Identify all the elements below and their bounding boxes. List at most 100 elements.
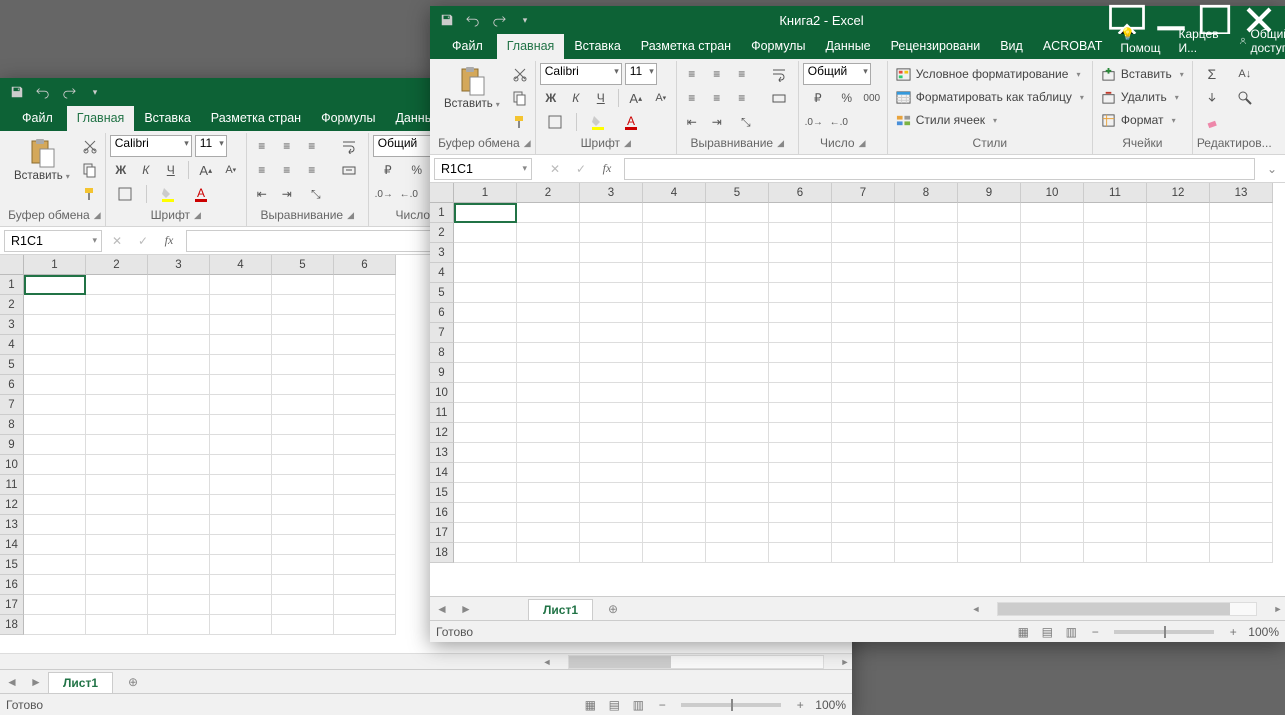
cell[interactable] (895, 283, 958, 303)
cell[interactable] (580, 543, 643, 563)
cell[interactable] (895, 483, 958, 503)
cell[interactable] (210, 555, 272, 575)
view-page-break-icon[interactable]: ▥ (629, 697, 647, 713)
indent-decrease-icon[interactable]: ⇤ (681, 111, 703, 133)
cell[interactable] (517, 323, 580, 343)
cell[interactable] (334, 335, 396, 355)
cell[interactable] (1084, 403, 1147, 423)
cell[interactable] (895, 343, 958, 363)
cell[interactable] (895, 403, 958, 423)
cell[interactable] (1021, 203, 1084, 223)
row-header[interactable]: 18 (0, 615, 24, 635)
expand-formula-bar-icon[interactable]: ⌄ (1259, 158, 1285, 180)
cell[interactable] (24, 355, 86, 375)
row-header[interactable]: 3 (430, 243, 454, 263)
cell[interactable] (1084, 523, 1147, 543)
cell[interactable] (580, 223, 643, 243)
cell[interactable] (24, 375, 86, 395)
font-name-select[interactable]: Calibri (110, 135, 192, 157)
cell[interactable] (1021, 263, 1084, 283)
row-header[interactable]: 3 (0, 315, 24, 335)
cell[interactable] (86, 455, 148, 475)
cell[interactable] (148, 455, 210, 475)
cell[interactable] (334, 615, 396, 635)
cell[interactable] (517, 283, 580, 303)
cell[interactable] (706, 323, 769, 343)
font-shrink-icon[interactable]: A▾ (650, 87, 672, 109)
cell[interactable] (148, 595, 210, 615)
cell[interactable] (769, 263, 832, 283)
cell[interactable] (895, 503, 958, 523)
cell[interactable] (454, 363, 517, 383)
cell[interactable] (272, 435, 334, 455)
cell[interactable] (706, 243, 769, 263)
cell[interactable] (1210, 503, 1273, 523)
redo-icon[interactable] (486, 8, 512, 32)
cell[interactable] (210, 395, 272, 415)
italic-icon[interactable]: К (565, 87, 587, 109)
cell[interactable] (517, 543, 580, 563)
cell[interactable] (1147, 243, 1210, 263)
cell[interactable] (86, 415, 148, 435)
cell[interactable] (517, 243, 580, 263)
cell[interactable] (769, 323, 832, 343)
cell[interactable] (1210, 443, 1273, 463)
scroll-right-icon[interactable]: ► (1271, 602, 1285, 616)
cell[interactable] (272, 295, 334, 315)
cell[interactable] (1210, 323, 1273, 343)
row-header[interactable]: 5 (0, 355, 24, 375)
font-shrink-icon[interactable]: A▾ (220, 159, 242, 181)
tab-formulas[interactable]: Формулы (311, 106, 385, 131)
cell[interactable] (706, 383, 769, 403)
row-header[interactable]: 12 (430, 423, 454, 443)
cell[interactable] (86, 315, 148, 335)
cell[interactable] (832, 203, 895, 223)
row-header[interactable]: 4 (0, 335, 24, 355)
cell[interactable] (334, 435, 396, 455)
cell[interactable] (454, 443, 517, 463)
cell[interactable] (334, 295, 396, 315)
cell[interactable] (1210, 523, 1273, 543)
row-header[interactable]: 14 (430, 463, 454, 483)
cell[interactable] (706, 283, 769, 303)
row-header[interactable]: 5 (430, 283, 454, 303)
row-header[interactable]: 9 (430, 363, 454, 383)
cancel-icon[interactable]: ✕ (542, 158, 568, 180)
cell[interactable] (643, 363, 706, 383)
cell[interactable] (1084, 283, 1147, 303)
cell[interactable] (895, 523, 958, 543)
cell[interactable] (148, 515, 210, 535)
column-header[interactable]: 6 (769, 183, 832, 203)
cell[interactable] (580, 483, 643, 503)
cell[interactable] (210, 475, 272, 495)
view-page-break-icon[interactable]: ▥ (1062, 624, 1080, 640)
cell[interactable] (1210, 223, 1273, 243)
tab-acrobat[interactable]: ACROBAT (1033, 34, 1113, 59)
cell[interactable] (769, 423, 832, 443)
cell[interactable] (1021, 523, 1084, 543)
font-size-select[interactable]: 11 (195, 135, 227, 157)
align-top-icon[interactable]: ≡ (681, 63, 703, 85)
align-center-icon[interactable]: ≡ (706, 87, 728, 109)
row-header[interactable]: 12 (0, 495, 24, 515)
cell[interactable] (148, 575, 210, 595)
cell[interactable] (334, 595, 396, 615)
row-header[interactable]: 16 (0, 575, 24, 595)
cell[interactable] (643, 263, 706, 283)
cell[interactable] (210, 355, 272, 375)
cell[interactable] (895, 423, 958, 443)
cell[interactable] (1210, 363, 1273, 383)
row-header[interactable]: 6 (0, 375, 24, 395)
copy-icon[interactable] (509, 87, 531, 109)
wrap-text-icon[interactable] (334, 135, 364, 157)
scroll-thumb[interactable] (569, 656, 671, 668)
indent-increase-icon[interactable]: ⇥ (276, 183, 298, 205)
name-box[interactable]: R1C1 (4, 230, 102, 252)
clear-icon[interactable] (1197, 111, 1227, 133)
cell[interactable] (580, 503, 643, 523)
cell[interactable] (1084, 503, 1147, 523)
cell[interactable] (334, 515, 396, 535)
cell[interactable] (454, 203, 517, 223)
cell[interactable] (1084, 483, 1147, 503)
cell[interactable] (706, 203, 769, 223)
